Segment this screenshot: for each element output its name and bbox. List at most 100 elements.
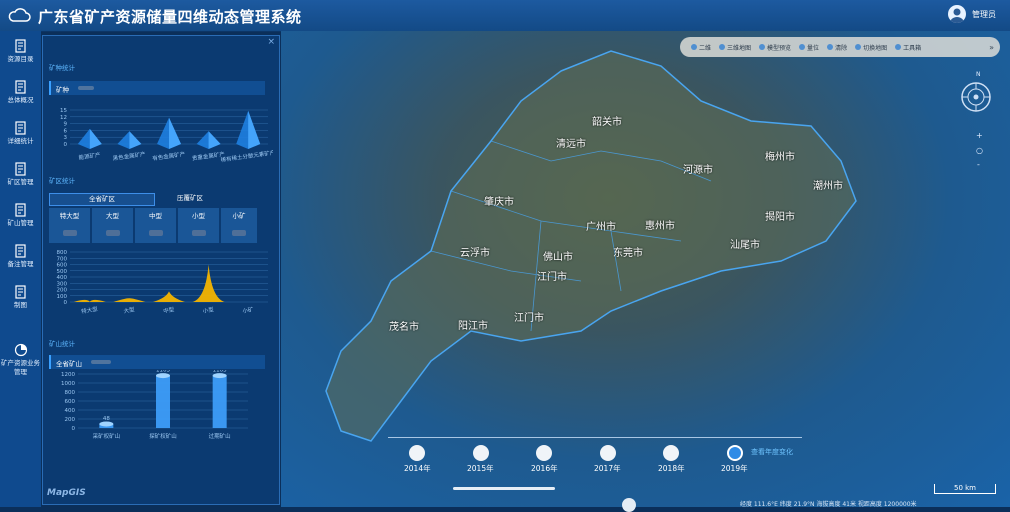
x-tick-label: 探矿权矿山 <box>149 432 177 440</box>
tool-3d-map[interactable]: 三维地图 <box>716 43 754 52</box>
nav-item-mining-area[interactable]: 矿区管理 <box>0 158 41 198</box>
tab-province-area[interactable]: 全省矿区 <box>49 193 155 206</box>
app-title: 广东省矿产资源储量四维动态管理系统 <box>38 8 302 26</box>
timeline-node-2019[interactable] <box>727 445 743 461</box>
y-tick-label: 6 <box>64 128 68 134</box>
zoom-reset-button[interactable]: ○ <box>976 146 983 155</box>
tool-switch-map[interactable]: 切换地图 <box>852 43 890 52</box>
tool-2d[interactable]: 二维 <box>688 43 714 52</box>
y-tick-label: 200 <box>65 417 76 423</box>
expand-icon[interactable]: » <box>989 43 994 52</box>
city-label[interactable]: 揭阳市 <box>765 208 795 223</box>
x-tick-label: 黑色金属矿产 <box>112 150 146 163</box>
user-menu[interactable]: 管理员 <box>948 5 996 23</box>
tile-mini[interactable]: 小矿 <box>221 208 257 243</box>
city-label[interactable]: 阳江市 <box>458 317 488 332</box>
nav-item-mapping[interactable]: 制图 <box>0 281 41 321</box>
city-label[interactable]: 梅州市 <box>765 148 795 163</box>
bar-face <box>129 131 142 149</box>
tab-overlay-area[interactable]: 压覆矿区 <box>157 193 223 204</box>
bar <box>117 131 142 149</box>
map-view[interactable]: 韶关市 清远市 河源市 梅州市 潮州市 揭阳市 汕尾市 肇庆市 广州市 惠州市 … <box>281 31 1010 507</box>
y-tick-label: 0 <box>72 426 76 432</box>
mining-area-icon <box>14 162 26 176</box>
timeline-node-2015[interactable] <box>473 445 489 461</box>
city-label[interactable]: 江门市 <box>537 268 567 283</box>
top-bar: 广东省矿产资源储量四维动态管理系统 管理员 <box>0 0 1010 31</box>
bar-top <box>156 373 170 379</box>
mine-section-title: 矿山统计 <box>49 340 75 348</box>
tool-toolbox[interactable]: 工具箱 <box>892 43 924 52</box>
data-label: 1163 <box>213 370 227 374</box>
city-label[interactable]: 茂名市 <box>389 318 419 333</box>
mineral-chart: 03691215 能源矿产 黑色金属矿产 有色金属矿产 贵重金属矿产稀有稀土分散元素矿… <box>60 108 273 164</box>
tile-small[interactable]: 小型 <box>178 208 219 243</box>
area-peak <box>113 298 146 302</box>
nav-item-notes[interactable]: 备注管理 <box>0 240 41 280</box>
x-tick-label: 采矿权矿山 <box>93 432 121 440</box>
tile-large[interactable]: 大型 <box>92 208 133 243</box>
timeline-year: 2019年 <box>721 464 748 473</box>
statistics-icon <box>14 121 26 135</box>
area-section-title: 矿区统计 <box>49 177 75 185</box>
city-label[interactable]: 汕尾市 <box>730 236 760 251</box>
city-label[interactable]: 潮州市 <box>813 177 843 192</box>
nav-item-mine[interactable]: 矿山管理 <box>0 199 41 239</box>
y-tick-label: 12 <box>60 115 67 121</box>
tool-clear[interactable]: 清除 <box>824 43 850 52</box>
province-outline <box>325 50 857 442</box>
timeline-year: 2016年 <box>531 464 558 473</box>
overview-icon <box>14 80 26 94</box>
city-label[interactable]: 肇庆市 <box>484 193 514 208</box>
nav-item-business[interactable]: 矿产资源业务管理 <box>0 339 41 389</box>
timeline-change-link[interactable]: 查看年度变化 <box>751 447 793 457</box>
mapping-icon <box>14 285 26 299</box>
timeline-track <box>388 437 802 438</box>
area-chart: 0100200300400500600700800 特大型 大型 中型 小型 小矿 <box>57 250 268 315</box>
bar-top <box>99 421 114 427</box>
left-nav: 资源目录 总体概况 详细统计 矿区管理 矿山管理 备注管理 制图 矿产资源业务管… <box>0 31 41 507</box>
city-label[interactable]: 东莞市 <box>613 244 643 259</box>
nav-item-resource-catalog[interactable]: 资源目录 <box>0 35 41 75</box>
city-label[interactable]: 河源市 <box>683 161 713 176</box>
zoom-out-button[interactable]: - <box>977 160 980 169</box>
mineral-filter-bar[interactable]: 矿种 <box>49 81 265 95</box>
timeline-node-2017[interactable] <box>600 445 616 461</box>
timeline-node-2014[interactable] <box>409 445 425 461</box>
zoom-in-button[interactable]: + <box>976 131 983 140</box>
close-icon[interactable]: × <box>267 37 275 47</box>
horizontal-scrollbar[interactable] <box>453 487 555 490</box>
mine-filter-bar[interactable]: 全省矿山 <box>49 355 265 369</box>
timeline-year: 2017年 <box>594 464 621 473</box>
y-tick-label: 600 <box>65 399 76 405</box>
bar-face <box>169 117 181 149</box>
tool-locate[interactable]: 量位 <box>796 43 822 52</box>
city-label[interactable]: 江门市 <box>514 309 544 324</box>
x-tick-label: 稀有稀土分散元素矿产 <box>220 148 273 164</box>
nav-item-statistics[interactable]: 详细统计 <box>0 117 41 157</box>
city-label[interactable]: 云浮市 <box>460 244 490 259</box>
y-tick-label: 15 <box>60 108 67 114</box>
tool-model-preview[interactable]: 模型预览 <box>756 43 794 52</box>
compass-icon[interactable] <box>960 81 992 113</box>
y-tick-label: 500 <box>57 269 68 275</box>
city-label[interactable]: 清远市 <box>556 135 586 150</box>
x-tick-label: 过期矿山 <box>209 432 231 440</box>
y-tick-label: 0 <box>64 142 68 148</box>
nav-item-overview[interactable]: 总体概况 <box>0 76 41 116</box>
tile-extra-large[interactable]: 特大型 <box>49 208 90 243</box>
y-tick-label: 800 <box>57 250 68 256</box>
city-label[interactable]: 佛山市 <box>543 248 573 263</box>
timeline-node-2016[interactable] <box>536 445 552 461</box>
tile-medium[interactable]: 中型 <box>135 208 176 243</box>
data-label: 1163 <box>156 370 170 374</box>
bar <box>212 375 227 428</box>
city-label[interactable]: 惠州市 <box>645 217 675 232</box>
city-label[interactable]: 广州市 <box>586 218 616 233</box>
timeline-node-2018[interactable] <box>663 445 679 461</box>
city-label[interactable]: 韶关市 <box>592 113 622 128</box>
bar-top <box>212 373 227 379</box>
mineral-section-title: 矿种统计 <box>49 64 75 72</box>
x-tick-label: 中型 <box>163 305 176 315</box>
collapse-handle-icon[interactable] <box>622 498 636 512</box>
